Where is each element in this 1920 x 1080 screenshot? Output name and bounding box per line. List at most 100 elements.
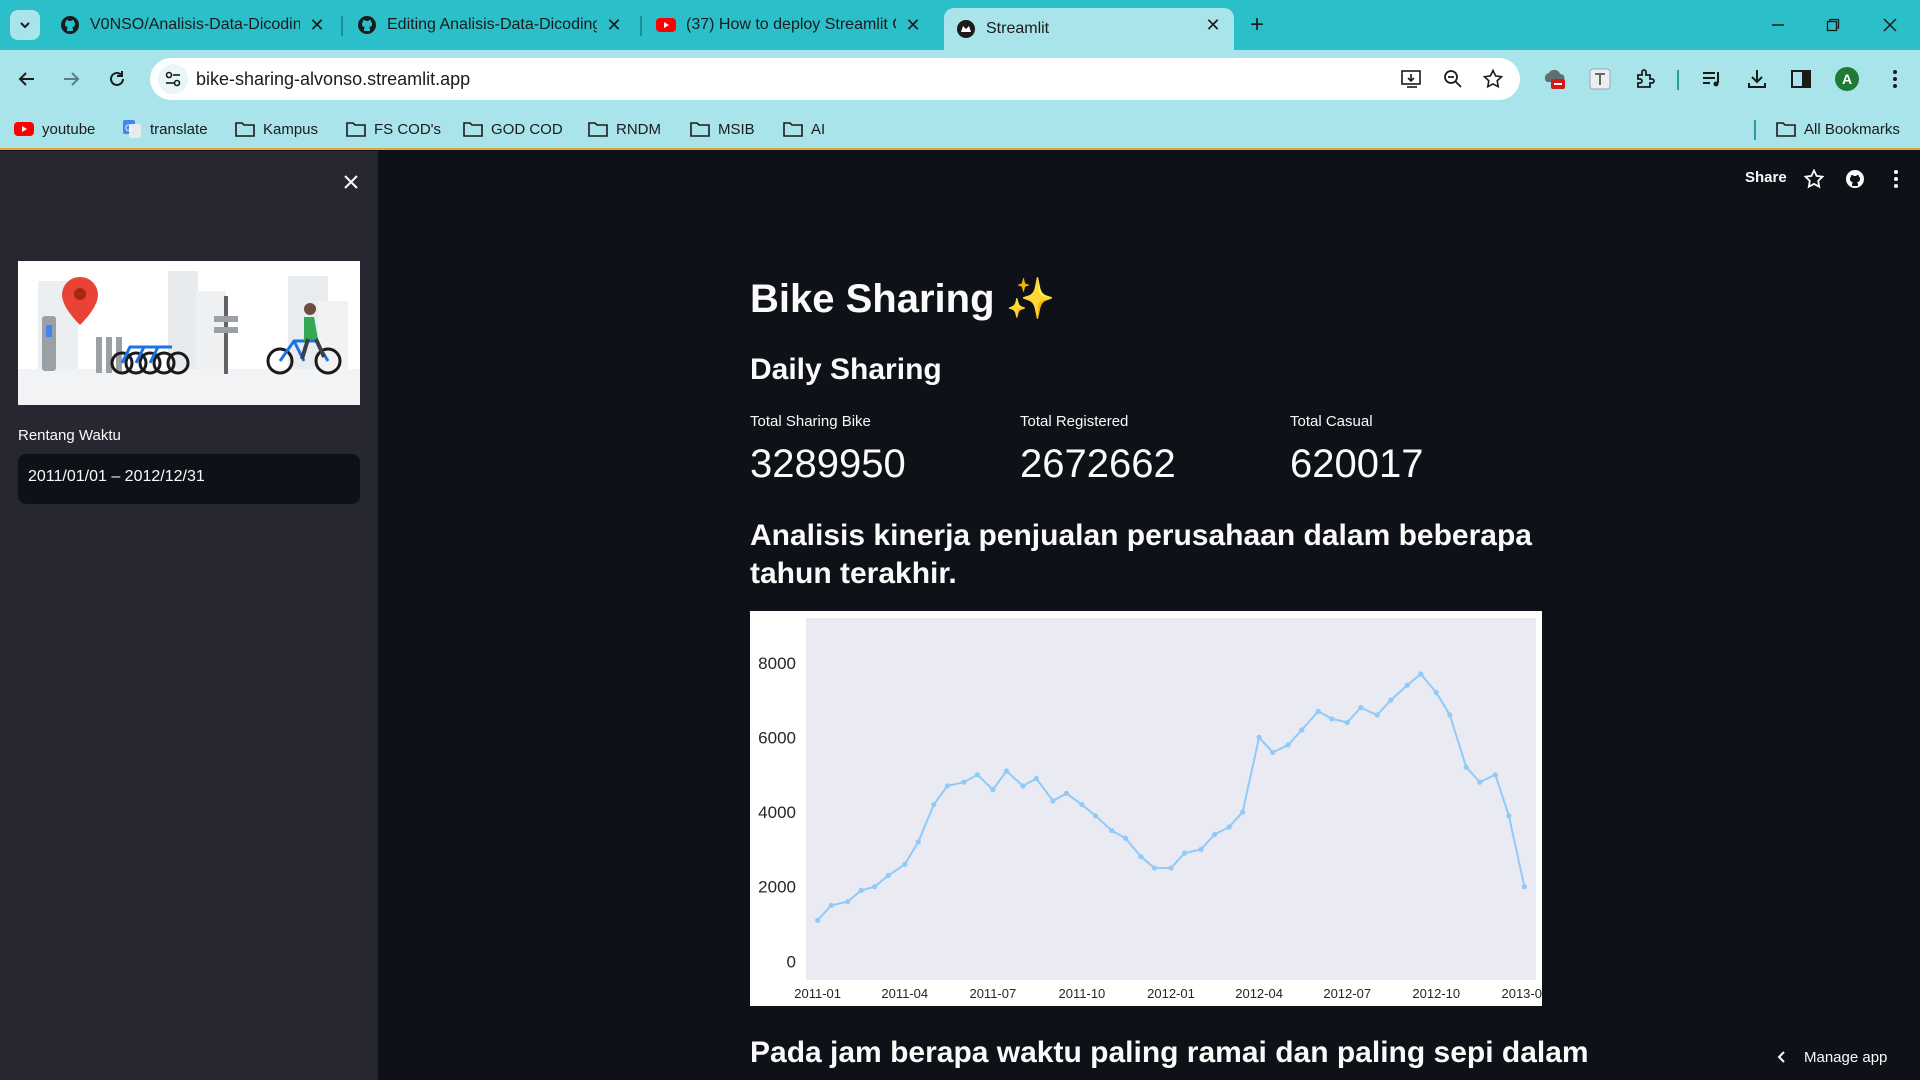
data-point xyxy=(1003,768,1009,774)
tab-github-editing[interactable]: Editing Analisis-Data-Dicoding/ ✕ xyxy=(345,8,635,42)
y-tick-label: 2000 xyxy=(758,878,796,897)
y-tick-label: 4000 xyxy=(758,803,796,822)
close-icon[interactable]: ✕ xyxy=(904,15,922,35)
bookmark-translate[interactable]: G translate xyxy=(122,116,208,142)
github-icon[interactable] xyxy=(1843,167,1867,191)
app-menu-icon[interactable] xyxy=(1884,167,1908,191)
x-tick-label: 2012-04 xyxy=(1235,986,1283,1001)
forward-button[interactable] xyxy=(56,64,86,94)
extensions-puzzle-icon[interactable] xyxy=(1631,64,1661,94)
back-button[interactable] xyxy=(12,64,42,94)
data-point xyxy=(1079,802,1085,808)
x-tick-label: 2013-01 xyxy=(1501,986,1542,1001)
share-button[interactable]: Share xyxy=(1745,169,1787,186)
media-controls-icon[interactable] xyxy=(1697,64,1727,94)
minimize-button[interactable] xyxy=(1758,10,1798,40)
folder-icon xyxy=(690,120,710,138)
page-title: Bike Sharing ✨ xyxy=(750,277,1056,321)
bike-sharing-illustration xyxy=(18,261,360,405)
close-icon[interactable]: ✕ xyxy=(1204,15,1222,35)
bookmark-youtube[interactable]: youtube xyxy=(14,116,95,142)
data-point xyxy=(1151,865,1158,871)
bookmark-label: GOD COD xyxy=(491,120,563,138)
data-point xyxy=(1063,790,1069,796)
manage-app-button[interactable]: Manage app xyxy=(1776,1043,1887,1071)
tab-title: Editing Analisis-Data-Dicoding/ xyxy=(387,16,597,33)
folder-icon xyxy=(346,120,366,138)
close-icon xyxy=(1883,18,1897,32)
reload-button[interactable] xyxy=(102,64,132,94)
address-bar[interactable]: bike-sharing-alvonso.streamlit.app xyxy=(150,58,1520,100)
arrow-left-icon xyxy=(18,72,34,86)
browser-menu-icon[interactable] xyxy=(1880,64,1910,94)
data-point xyxy=(1092,813,1099,819)
next-section-heading: Pada jam berapa waktu paling ramai dan p… xyxy=(750,1036,1589,1069)
folder-icon xyxy=(1776,120,1796,138)
streamlit-app: Rentang Waktu 2011/01/01 – 2012/12/31 Sh… xyxy=(0,151,1920,1080)
data-point xyxy=(1477,779,1483,785)
data-point xyxy=(1315,708,1321,714)
extension-translate-icon[interactable] xyxy=(1585,64,1615,94)
close-icon xyxy=(344,175,358,189)
download-icon[interactable] xyxy=(1742,64,1772,94)
bookmark-folder-kampus[interactable]: Kampus xyxy=(235,116,318,142)
main-content: Bike Sharing ✨ Daily Sharing Total Shari… xyxy=(750,151,1589,1080)
tab-title: (37) How to deploy Streamlit Cl xyxy=(686,16,896,33)
star-icon[interactable] xyxy=(1802,167,1826,191)
data-point xyxy=(1374,712,1380,718)
chevron-left-icon xyxy=(1776,1050,1786,1064)
date-range-label: Rentang Waktu xyxy=(18,427,121,444)
data-point xyxy=(845,899,851,905)
metric-total-registered: Total Registered 2672662 xyxy=(1020,413,1280,487)
github-icon xyxy=(60,15,80,35)
close-icon[interactable]: ✕ xyxy=(308,15,326,35)
close-icon[interactable]: ✕ xyxy=(605,15,623,35)
data-point xyxy=(944,783,950,789)
streamlit-icon xyxy=(956,19,976,39)
date-range-input[interactable]: 2011/01/01 – 2012/12/31 xyxy=(18,454,360,504)
new-tab-button[interactable]: + xyxy=(1244,11,1270,38)
bookmark-folder-fs-cods[interactable]: FS COD's xyxy=(346,116,441,142)
tab-youtube[interactable]: (37) How to deploy Streamlit Cl ✕ xyxy=(644,8,934,42)
tab-streamlit-active[interactable]: Streamlit ✕ xyxy=(944,8,1234,50)
x-tick-label: 2011-01 xyxy=(794,986,841,1001)
all-bookmarks-button[interactable]: All Bookmarks xyxy=(1776,116,1900,142)
data-point xyxy=(1138,854,1144,860)
site-info-button[interactable] xyxy=(158,64,188,94)
folder-icon xyxy=(783,120,803,138)
x-tick-label: 2012-01 xyxy=(1147,986,1195,1001)
side-panel-icon[interactable] xyxy=(1786,64,1816,94)
restore-button[interactable] xyxy=(1813,10,1853,40)
bookmark-label: MSIB xyxy=(718,120,755,138)
tab-github-repo[interactable]: V0NSO/Analisis-Data-Dicoding ✕ xyxy=(48,8,338,42)
browser-tab-strip: V0NSO/Analisis-Data-Dicoding ✕ Editing A… xyxy=(0,0,1920,50)
sidebar-close-button[interactable] xyxy=(338,169,364,195)
data-point xyxy=(885,872,891,879)
data-point xyxy=(815,917,821,923)
url-text[interactable]: bike-sharing-alvonso.streamlit.app xyxy=(196,69,470,90)
window-close-button[interactable] xyxy=(1870,10,1910,40)
data-point xyxy=(1418,671,1424,677)
data-point xyxy=(872,884,878,890)
zoom-icon[interactable] xyxy=(1441,67,1465,91)
tune-icon xyxy=(165,71,181,87)
data-point xyxy=(1299,727,1305,733)
data-point xyxy=(1358,705,1364,711)
profile-avatar[interactable]: A xyxy=(1832,64,1862,94)
tab-search-button[interactable] xyxy=(10,10,40,40)
bookmark-folder-ai[interactable]: AI xyxy=(783,116,825,142)
x-tick-label: 2011-04 xyxy=(881,986,928,1001)
data-point xyxy=(1270,749,1276,755)
bookmark-folder-rndm[interactable]: RNDM xyxy=(588,116,661,142)
metric-total-sharing: Total Sharing Bike 3289950 xyxy=(750,413,1010,487)
bookmark-label: AI xyxy=(811,120,826,138)
reload-icon xyxy=(110,71,124,86)
toolbar-separator xyxy=(1677,70,1679,90)
extension-cloud-icon[interactable] xyxy=(1540,64,1570,94)
data-point xyxy=(1492,772,1498,778)
bookmark-folder-msib[interactable]: MSIB xyxy=(690,116,755,142)
bookmark-folder-god-cod[interactable]: GOD COD xyxy=(463,116,563,142)
install-app-icon[interactable] xyxy=(1400,67,1424,91)
metric-label: Total Sharing Bike xyxy=(750,413,871,430)
bookmark-star-icon[interactable] xyxy=(1481,67,1505,91)
